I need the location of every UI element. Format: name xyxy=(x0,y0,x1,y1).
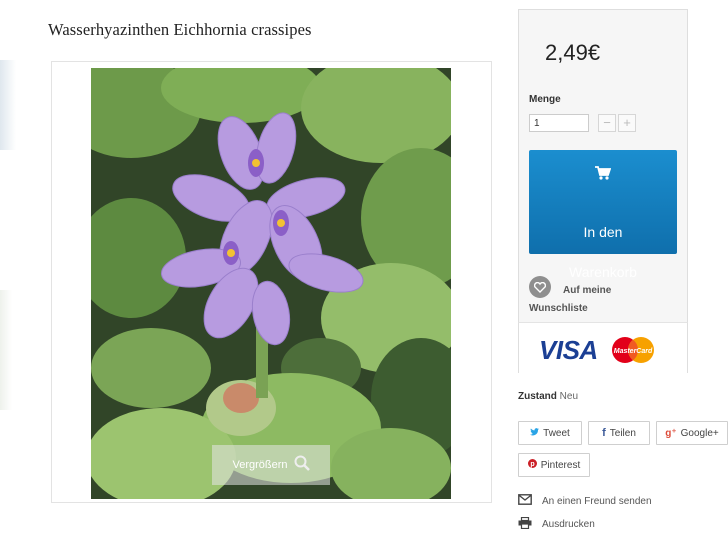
googleplus-button[interactable]: g⁺ Google+ xyxy=(656,421,728,445)
zoom-button[interactable]: Vergrößern xyxy=(212,445,330,485)
facebook-icon: f xyxy=(602,427,606,439)
product-title: Wasserhyazinthen Eichhornia crassipes xyxy=(48,20,312,39)
tweet-label: Tweet xyxy=(543,427,570,439)
svg-text:MasterCard: MasterCard xyxy=(614,348,653,355)
pinterest-icon: p xyxy=(527,459,537,471)
product-photo[interactable] xyxy=(91,68,451,499)
mastercard-logo: MasterCard xyxy=(611,335,655,370)
add-to-cart-line1: In den xyxy=(583,224,623,240)
print-label: Ausdrucken xyxy=(542,519,595,530)
svg-text:p: p xyxy=(530,461,534,468)
printer-icon xyxy=(518,516,532,532)
visa-logo: VISA xyxy=(539,335,598,365)
print-link[interactable]: Ausdrucken xyxy=(518,516,595,532)
quantity-label: Menge xyxy=(529,94,561,105)
facebook-share-button[interactable]: f Teilen xyxy=(588,421,650,445)
quantity-decrease-button[interactable]: − xyxy=(598,114,616,132)
twitter-icon xyxy=(530,427,540,439)
payment-logos: VISA MasterCard xyxy=(518,322,688,373)
page-edge-decoration xyxy=(0,290,12,410)
send-to-friend-link[interactable]: An einen Freund senden xyxy=(518,494,652,508)
shopping-cart-icon xyxy=(595,166,612,180)
page-edge-decoration xyxy=(0,60,16,150)
condition-label: Zustand xyxy=(518,391,557,402)
facebook-share-label: Teilen xyxy=(609,427,636,439)
product-image-frame xyxy=(51,61,492,503)
product-condition: Zustand Neu xyxy=(518,391,578,402)
wishlist-label: Auf meine Wunschliste xyxy=(529,285,612,314)
add-to-cart-button[interactable]: In den Warenkorb xyxy=(529,150,677,280)
magnifier-icon xyxy=(294,455,310,476)
product-price: 2,49€ xyxy=(545,40,601,65)
googleplus-icon: g⁺ xyxy=(665,427,677,439)
tweet-button[interactable]: Tweet xyxy=(518,421,582,445)
pinterest-label: Pinterest xyxy=(540,459,581,471)
send-to-friend-label: An einen Freund senden xyxy=(542,495,652,507)
envelope-icon xyxy=(518,494,532,508)
googleplus-label: Google+ xyxy=(680,427,719,439)
quantity-increase-button[interactable]: + xyxy=(618,114,636,132)
quantity-input[interactable] xyxy=(529,114,589,132)
add-to-cart-line2: Warenkorb xyxy=(569,264,637,280)
price-box: 2,49€ xyxy=(518,9,688,85)
pinterest-button[interactable]: p Pinterest xyxy=(518,453,590,477)
zoom-button-label: Vergrößern xyxy=(232,459,288,471)
condition-value: Neu xyxy=(559,391,579,402)
